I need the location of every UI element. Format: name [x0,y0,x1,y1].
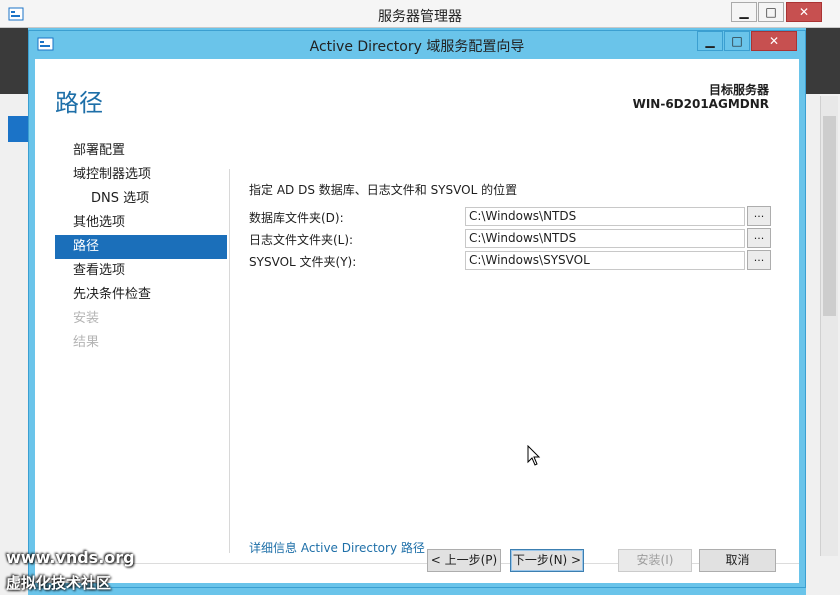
server-manager-title: 服务器管理器 [378,9,462,25]
database-folder-label: 数据库文件夹(D): [249,211,344,225]
log-folder-input[interactable]: C:\Windows\NTDS [465,229,745,248]
server-manager-right-area [806,28,840,595]
cancel-button[interactable]: 取消 [699,549,776,572]
server-manager-header-band-right [806,28,840,94]
nav-item-dns-options[interactable]: DNS 选项 [55,187,227,211]
sysvol-folder-browse-button[interactable]: ... [747,250,771,270]
server-manager-scroll-thumb[interactable] [823,116,836,316]
server-manager-maximize-button[interactable]: □ [758,2,784,22]
ad-ds-config-wizard: Active Directory 域服务配置向导 ▁ □ ✕ 路径 目标服务器 … [28,30,806,588]
install-button: 安装(I) [618,549,692,572]
previous-button[interactable]: < 上一步(P) [427,549,501,572]
wizard-close-button[interactable]: ✕ [751,31,797,51]
database-folder-row: 数据库文件夹(D): C:\Windows\NTDS ... [249,206,779,228]
nav-divider [229,169,230,553]
log-folder-browse-button[interactable]: ... [747,228,771,248]
wizard-minimize-button[interactable]: ▁ [697,31,723,51]
watermark-url: www.vnds.org [6,548,135,567]
paths-description: 指定 AD DS 数据库、日志文件和 SYSVOL 的位置 [249,183,518,197]
nav-item-review-options[interactable]: 查看选项 [55,259,227,283]
log-folder-row: 日志文件文件夹(L): C:\Windows\NTDS ... [249,228,779,250]
server-manager-scrollbar[interactable] [820,96,838,556]
wizard-titlebar: Active Directory 域服务配置向导 ▁ □ ✕ [29,31,805,59]
paths-content: 指定 AD DS 数据库、日志文件和 SYSVOL 的位置 数据库文件夹(D):… [249,181,779,272]
server-manager-left-area [0,28,28,595]
page-title: 路径 [55,89,103,117]
nav-item-installation: 安装 [73,311,100,326]
watermark-community: 虚拟化技术社区 [6,574,112,592]
server-manager-header-band [0,28,28,94]
sysvol-folder-input[interactable]: C:\Windows\SYSVOL [465,251,745,270]
nav-item-dc-options[interactable]: 域控制器选项 [55,163,227,187]
wizard-client-area: 路径 目标服务器 WIN-6D201AGMDNR 部署配置 域控制器选项 DNS… [35,59,799,583]
server-manager-minimize-button[interactable]: ▁ [731,2,757,22]
mouse-cursor-icon [527,445,541,466]
database-folder-browse-button[interactable]: ... [747,206,771,226]
server-manager-nav-selected[interactable] [8,116,28,142]
nav-item-additional-options[interactable]: 其他选项 [55,211,227,235]
target-server-label: 目标服务器 [708,83,769,97]
nav-item-results: 结果 [73,335,100,350]
server-manager-close-button[interactable]: ✕ [786,2,822,22]
more-info-link[interactable]: 详细信息 Active Directory 路径 [249,539,425,556]
nav-item-deployment-config[interactable]: 部署配置 [55,139,227,163]
next-button[interactable]: 下一步(N) > [510,549,584,572]
sysvol-folder-label: SYSVOL 文件夹(Y): [249,255,357,269]
wizard-title: Active Directory 域服务配置向导 [309,39,525,55]
server-manager-titlebar: 服务器管理器 ▁ □ ✕ [0,0,840,28]
nav-item-paths[interactable]: 路径 [55,235,227,259]
nav-item-prerequisites-check[interactable]: 先决条件检查 [55,283,227,307]
target-server-name: WIN-6D201AGMDNR [632,97,769,111]
wizard-nav: 部署配置 域控制器选项 DNS 选项 其他选项 路径 查看选项 先决条件检查 安… [55,139,227,355]
wizard-maximize-button[interactable]: □ [724,31,750,51]
sysvol-folder-row: SYSVOL 文件夹(Y): C:\Windows\SYSVOL ... [249,250,779,272]
database-folder-input[interactable]: C:\Windows\NTDS [465,207,745,226]
log-folder-label: 日志文件文件夹(L): [249,233,354,247]
